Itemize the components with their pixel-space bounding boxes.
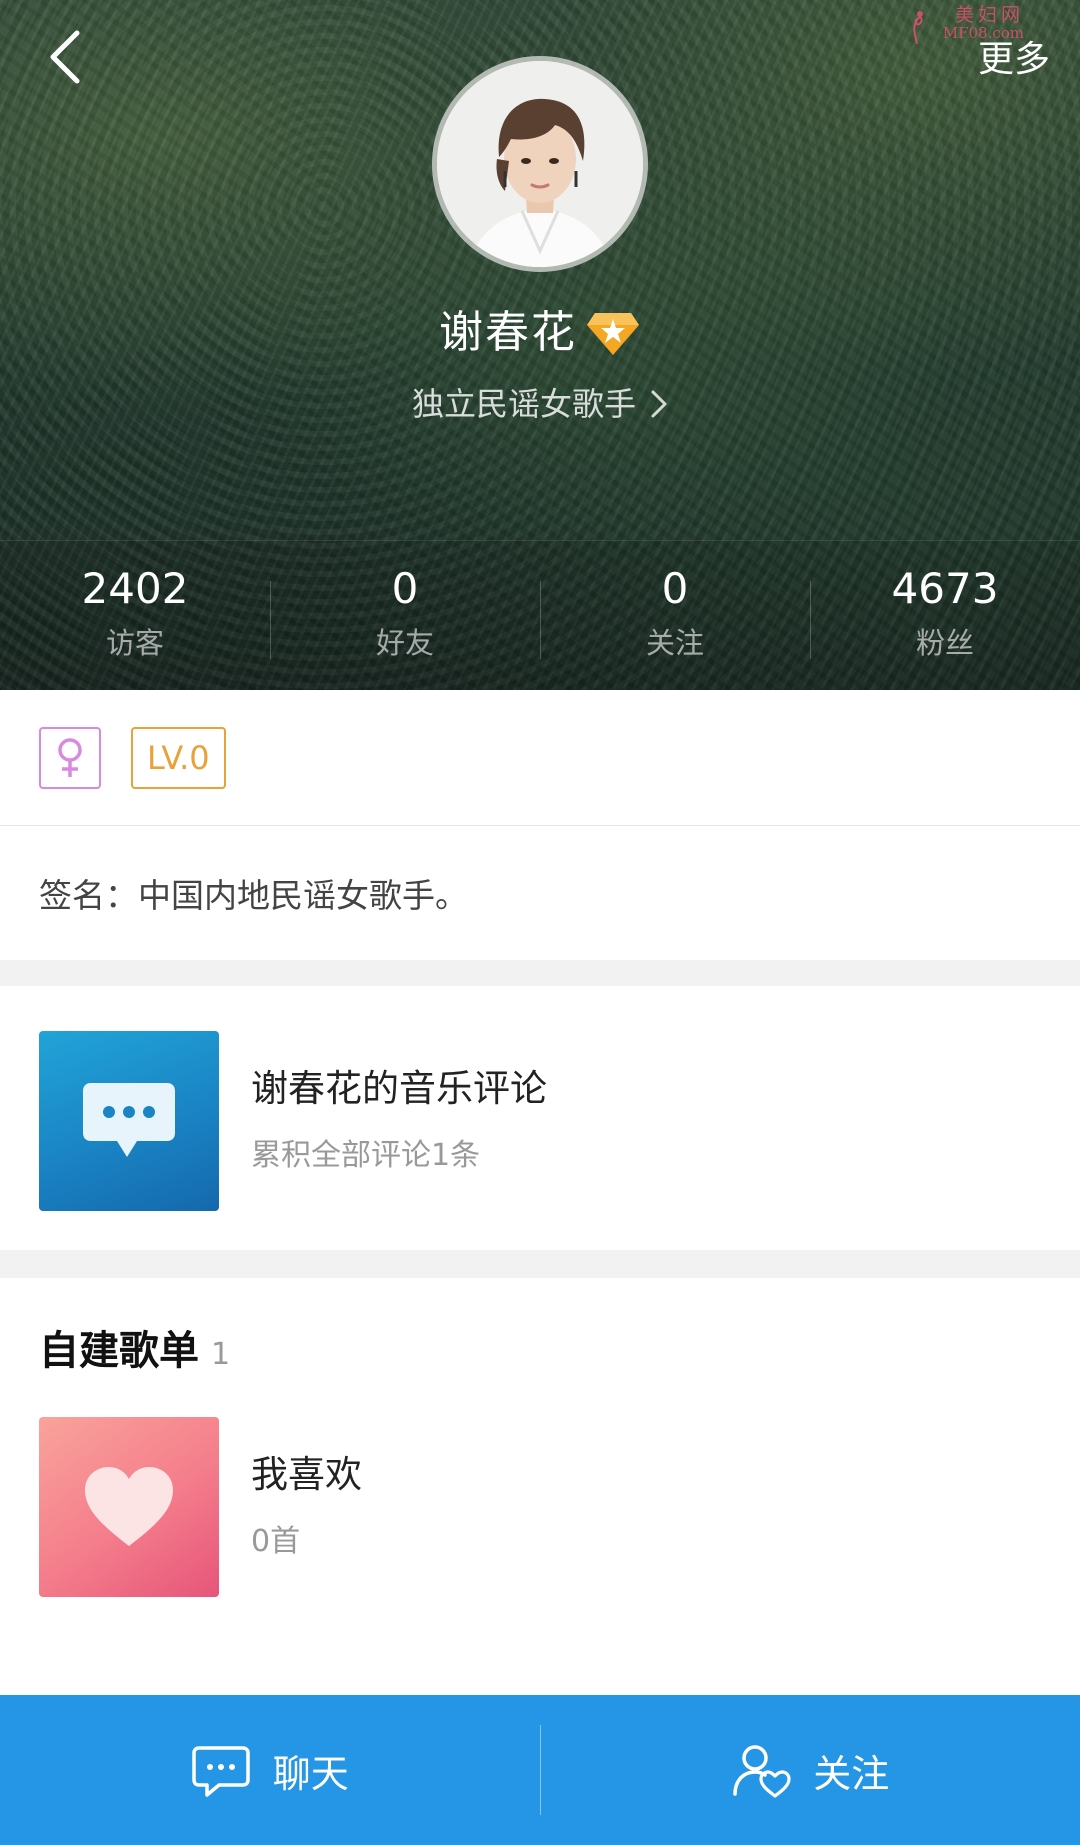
chat-button[interactable]: 聊天 bbox=[0, 1695, 540, 1845]
playlists-header: 自建歌单 1 bbox=[39, 1318, 230, 1382]
stat-value: 4673 bbox=[891, 564, 999, 613]
action-bar: 聊天 关注 bbox=[0, 1695, 1080, 1845]
user-profile-page: 美妇网 MF08.com 更多 谢春花 独立民谣女歌手 2402 访客 0 好友… bbox=[0, 0, 1080, 1845]
playlist-text: 我喜欢 0首 bbox=[251, 1447, 362, 1567]
follow-label: 关注 bbox=[813, 1751, 890, 1796]
stats-bar: 2402 访客 0 好友 0 关注 4673 粉丝 bbox=[0, 540, 1080, 690]
diamond-star-icon bbox=[587, 313, 639, 355]
more-button[interactable]: 更多 bbox=[978, 32, 1050, 88]
section-divider bbox=[0, 960, 1080, 986]
avatar-image bbox=[437, 61, 643, 267]
music-comments-card[interactable]: 谢春花的音乐评论 累积全部评论1条 bbox=[0, 1016, 1080, 1226]
tags-row: LV.0 bbox=[0, 690, 1080, 826]
stat-value: 2402 bbox=[81, 564, 189, 613]
playlist-count: 0首 bbox=[251, 1524, 301, 1559]
playlist-item[interactable]: 我喜欢 0首 bbox=[0, 1402, 1080, 1612]
chat-bubble-icon bbox=[83, 1083, 175, 1157]
stat-value: 0 bbox=[391, 564, 419, 613]
user-name-row: 谢春花 bbox=[0, 298, 1080, 368]
chevron-right-icon bbox=[651, 390, 667, 418]
chevron-left-icon bbox=[50, 30, 80, 84]
playlist-cover bbox=[39, 1417, 219, 1597]
heart-icon bbox=[85, 1467, 173, 1546]
avatar-portrait bbox=[437, 61, 643, 267]
stat-value: 0 bbox=[661, 564, 689, 613]
stat-following[interactable]: 0 关注 bbox=[540, 541, 810, 690]
gender-badge bbox=[39, 726, 101, 789]
stat-fans[interactable]: 4673 粉丝 bbox=[810, 541, 1080, 690]
comment-card-title: 谢春花的音乐评论 bbox=[251, 1067, 547, 1110]
profile-header: 美妇网 MF08.com 更多 谢春花 独立民谣女歌手 2402 访客 0 好友… bbox=[0, 0, 1080, 690]
stat-friends[interactable]: 0 好友 bbox=[270, 541, 540, 690]
comment-card-text: 谢春花的音乐评论 累积全部评论1条 bbox=[251, 1061, 547, 1181]
section-title: 自建歌单 bbox=[39, 1328, 199, 1374]
back-button[interactable] bbox=[30, 22, 100, 92]
stat-visitors[interactable]: 2402 访客 bbox=[0, 541, 270, 690]
stat-label: 粉丝 bbox=[915, 626, 974, 660]
section-count: 1 bbox=[211, 1337, 231, 1372]
section-divider bbox=[0, 1250, 1080, 1278]
stat-label: 访客 bbox=[105, 626, 164, 660]
flower-icon bbox=[913, 11, 923, 45]
stat-label: 关注 bbox=[645, 626, 704, 660]
user-name: 谢春花 bbox=[439, 307, 577, 358]
follow-user-icon bbox=[733, 1745, 791, 1798]
level-badge: LV.0 bbox=[131, 726, 226, 789]
chat-label: 聊天 bbox=[272, 1751, 349, 1796]
user-title: 独立民谣女歌手 bbox=[411, 385, 636, 423]
user-title-link[interactable]: 独立民谣女歌手 bbox=[0, 376, 1080, 432]
follow-button[interactable]: 关注 bbox=[541, 1695, 1080, 1845]
playlist-title: 我喜欢 bbox=[251, 1453, 362, 1496]
female-icon bbox=[58, 737, 82, 777]
comment-card-subtitle: 累积全部评论1条 bbox=[251, 1138, 481, 1173]
stat-label: 好友 bbox=[375, 626, 434, 660]
comment-thumb bbox=[39, 1031, 219, 1211]
chat-icon bbox=[191, 1746, 250, 1797]
signature: 签名：中国内地民谣女歌手。 bbox=[39, 876, 468, 915]
avatar[interactable] bbox=[432, 56, 648, 272]
